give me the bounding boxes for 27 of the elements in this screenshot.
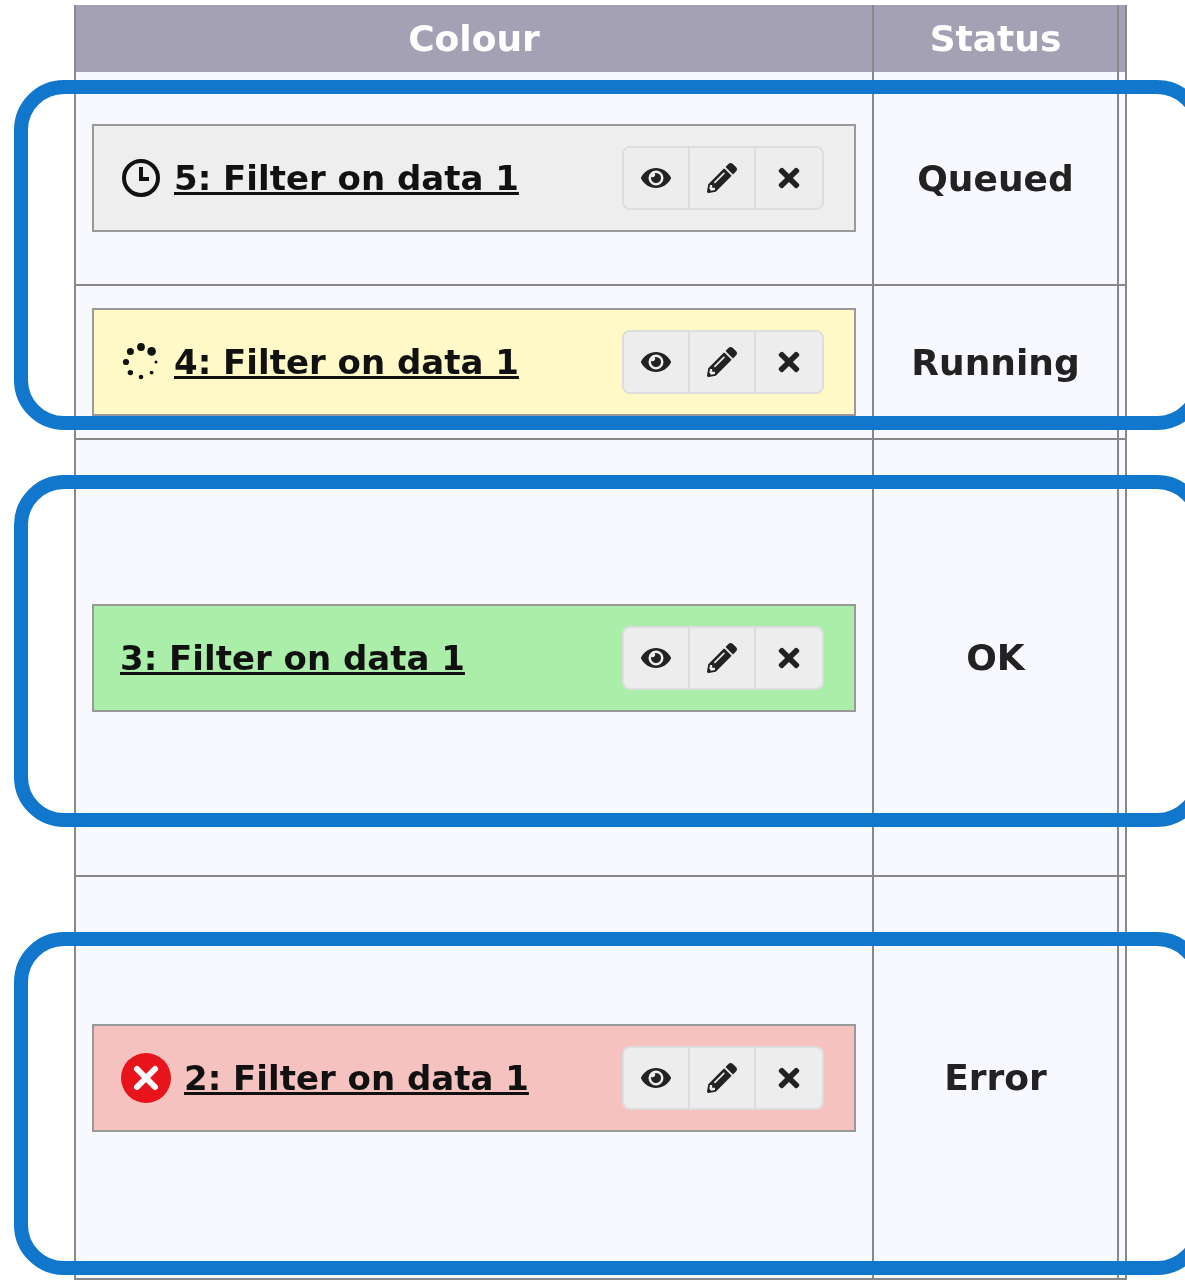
status-text: Queued bbox=[917, 157, 1074, 199]
view-button[interactable] bbox=[624, 1047, 690, 1108]
delete-button[interactable] bbox=[756, 1047, 822, 1108]
status-text: OK bbox=[966, 637, 1025, 678]
job-link[interactable]: 3: Filter on data 1 bbox=[120, 637, 465, 678]
view-button[interactable] bbox=[624, 627, 690, 688]
edit-button[interactable] bbox=[690, 1047, 756, 1108]
status-text: Error bbox=[944, 1057, 1047, 1098]
column-header bbox=[1119, 5, 1127, 72]
delete-button[interactable] bbox=[756, 627, 822, 688]
error-icon bbox=[120, 1051, 172, 1104]
column-header: Status bbox=[874, 5, 1119, 72]
edit-button[interactable] bbox=[690, 332, 756, 392]
pencil-icon bbox=[707, 1062, 737, 1093]
view-button[interactable] bbox=[624, 148, 690, 208]
pencil-icon bbox=[707, 642, 737, 673]
job-link[interactable]: 4: Filter on data 1 bbox=[174, 342, 519, 382]
clock-icon bbox=[120, 157, 162, 199]
view-button[interactable] bbox=[624, 332, 690, 392]
edit-button[interactable] bbox=[690, 627, 756, 688]
status-text: Running bbox=[911, 341, 1080, 383]
job-link[interactable]: 5: Filter on data 1 bbox=[174, 158, 519, 198]
pencil-icon bbox=[707, 163, 737, 193]
pencil-icon bbox=[707, 347, 737, 377]
delete-button[interactable] bbox=[756, 332, 822, 392]
column-header: Colour bbox=[76, 5, 874, 72]
job-link[interactable]: 2: Filter on data 1 bbox=[184, 1057, 529, 1098]
